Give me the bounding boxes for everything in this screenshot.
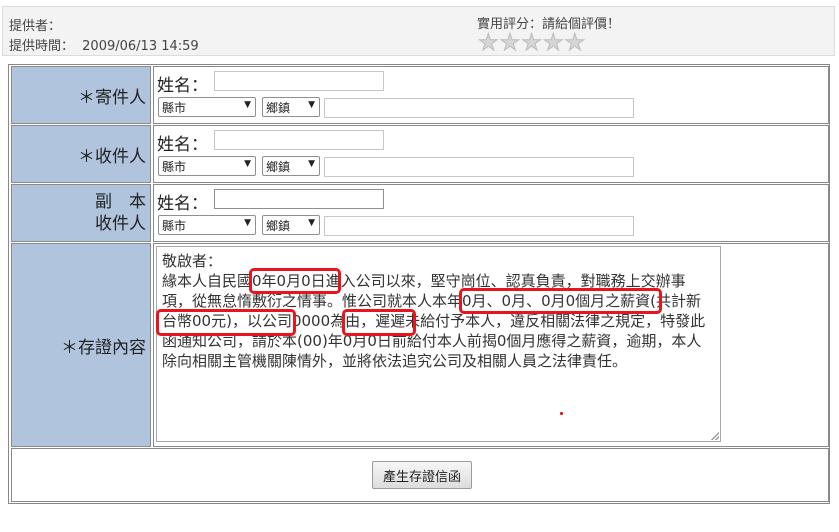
submit-cell: 產生存證信函 bbox=[11, 448, 829, 502]
sender-row: ＊寄件人 姓名： 縣市 ▼ 鄉鎮 ▼ bbox=[9, 66, 829, 124]
chevron-down-icon: ▼ bbox=[244, 100, 251, 110]
rating-stars[interactable]: ★ ★ ★ ★ ★ bbox=[478, 31, 586, 55]
sender-address-input[interactable] bbox=[324, 98, 634, 118]
copy-city-value: 縣市 bbox=[162, 219, 187, 233]
copy-name-label: 姓名： bbox=[157, 194, 208, 214]
chevron-down-icon: ▼ bbox=[244, 159, 251, 169]
sender-town-value: 鄉鎮 bbox=[266, 101, 291, 115]
recipient-name-label: 姓名： bbox=[157, 135, 208, 155]
recipient-city-select[interactable]: 縣市 ▼ bbox=[158, 156, 256, 176]
copy-city-select[interactable]: 縣市 ▼ bbox=[158, 215, 256, 235]
chevron-down-icon: ▼ bbox=[244, 218, 251, 228]
deposition-form: ＊寄件人 姓名： 縣市 ▼ 鄉鎮 ▼ ＊收件人 姓名： 縣市 ▼ 鄉鎮 ▼ 副 … bbox=[8, 64, 830, 504]
cursor-dot bbox=[560, 412, 563, 415]
recipient-row: ＊收件人 姓名： 縣市 ▼ 鄉鎮 ▼ bbox=[9, 125, 829, 183]
highlight-amount-box bbox=[156, 309, 296, 336]
recipient-name-input[interactable] bbox=[214, 130, 384, 150]
sender-name-label: 姓名： bbox=[157, 76, 208, 96]
content-textarea[interactable]: 敬啟者： 緣本人自民國0年0月0日進入公司以來，堅守崗位、認真負責，對職務上交辦… bbox=[156, 246, 721, 442]
copy-town-select[interactable]: 鄉鎮 ▼ bbox=[262, 215, 320, 235]
highlight-months-box bbox=[459, 288, 662, 314]
generate-letter-button[interactable]: 產生存證信函 bbox=[372, 461, 472, 489]
copy-label: 副 本 收件人 bbox=[11, 184, 151, 242]
time-label: 提供時間： bbox=[9, 39, 75, 54]
content-row: ＊存證內容 敬啟者： 緣本人自民國0年0月0日進入公司以來，堅守崗位、認真負責，… bbox=[9, 243, 829, 447]
time-row: 提供時間： 2009/06/13 14:59 bbox=[9, 35, 199, 54]
recipient-city-value: 縣市 bbox=[162, 160, 187, 174]
recipient-label: ＊收件人 bbox=[11, 125, 151, 183]
sender-city-value: 縣市 bbox=[162, 101, 187, 115]
star-icon[interactable]: ★ bbox=[542, 31, 564, 55]
sender-name-input[interactable] bbox=[214, 71, 384, 91]
sender-city-select[interactable]: 縣市 ▼ bbox=[158, 97, 256, 117]
sender-label: ＊寄件人 bbox=[11, 66, 151, 124]
chevron-down-icon: ▼ bbox=[308, 218, 315, 228]
time-value: 2009/06/13 14:59 bbox=[82, 39, 199, 54]
sender-town-select[interactable]: 鄉鎮 ▼ bbox=[262, 97, 320, 117]
copy-town-value: 鄉鎮 bbox=[266, 219, 291, 233]
info-bar: 提供者： 提供時間： 2009/06/13 14:59 實用評分：請給個評價！ … bbox=[2, 6, 835, 56]
highlight-reason-box bbox=[342, 309, 416, 336]
chevron-down-icon: ▼ bbox=[308, 159, 315, 169]
recipient-town-value: 鄉鎮 bbox=[266, 160, 291, 174]
recipient-address-input[interactable] bbox=[324, 157, 634, 177]
copy-row: 副 本 收件人 姓名： 縣市 ▼ 鄉鎮 ▼ bbox=[9, 184, 829, 242]
star-icon[interactable]: ★ bbox=[499, 31, 521, 55]
chevron-down-icon: ▼ bbox=[308, 100, 315, 110]
copy-address-input[interactable] bbox=[324, 216, 634, 236]
content-field: 敬啟者： 緣本人自民國0年0月0日進入公司以來，堅守崗位、認真負責，對職務上交辦… bbox=[153, 243, 829, 447]
submit-row: 產生存證信函 bbox=[9, 448, 829, 502]
copy-label-line2: 收件人 bbox=[95, 214, 146, 234]
copy-fields: 姓名： 縣市 ▼ 鄉鎮 ▼ bbox=[153, 184, 829, 242]
resize-handle-icon[interactable] bbox=[711, 432, 719, 440]
sender-fields: 姓名： 縣市 ▼ 鄉鎮 ▼ bbox=[153, 66, 829, 124]
copy-label-line1: 副 本 bbox=[95, 192, 146, 212]
recipient-fields: 姓名： 縣市 ▼ 鄉鎮 ▼ bbox=[153, 125, 829, 183]
star-icon[interactable]: ★ bbox=[478, 31, 500, 55]
provider-label: 提供者： bbox=[9, 19, 62, 34]
recipient-town-select[interactable]: 鄉鎮 ▼ bbox=[262, 156, 320, 176]
star-icon[interactable]: ★ bbox=[521, 31, 543, 55]
copy-name-input[interactable] bbox=[214, 189, 384, 209]
star-icon[interactable]: ★ bbox=[564, 31, 586, 55]
content-label: ＊存證內容 bbox=[11, 243, 151, 447]
highlight-date-box bbox=[249, 268, 341, 294]
